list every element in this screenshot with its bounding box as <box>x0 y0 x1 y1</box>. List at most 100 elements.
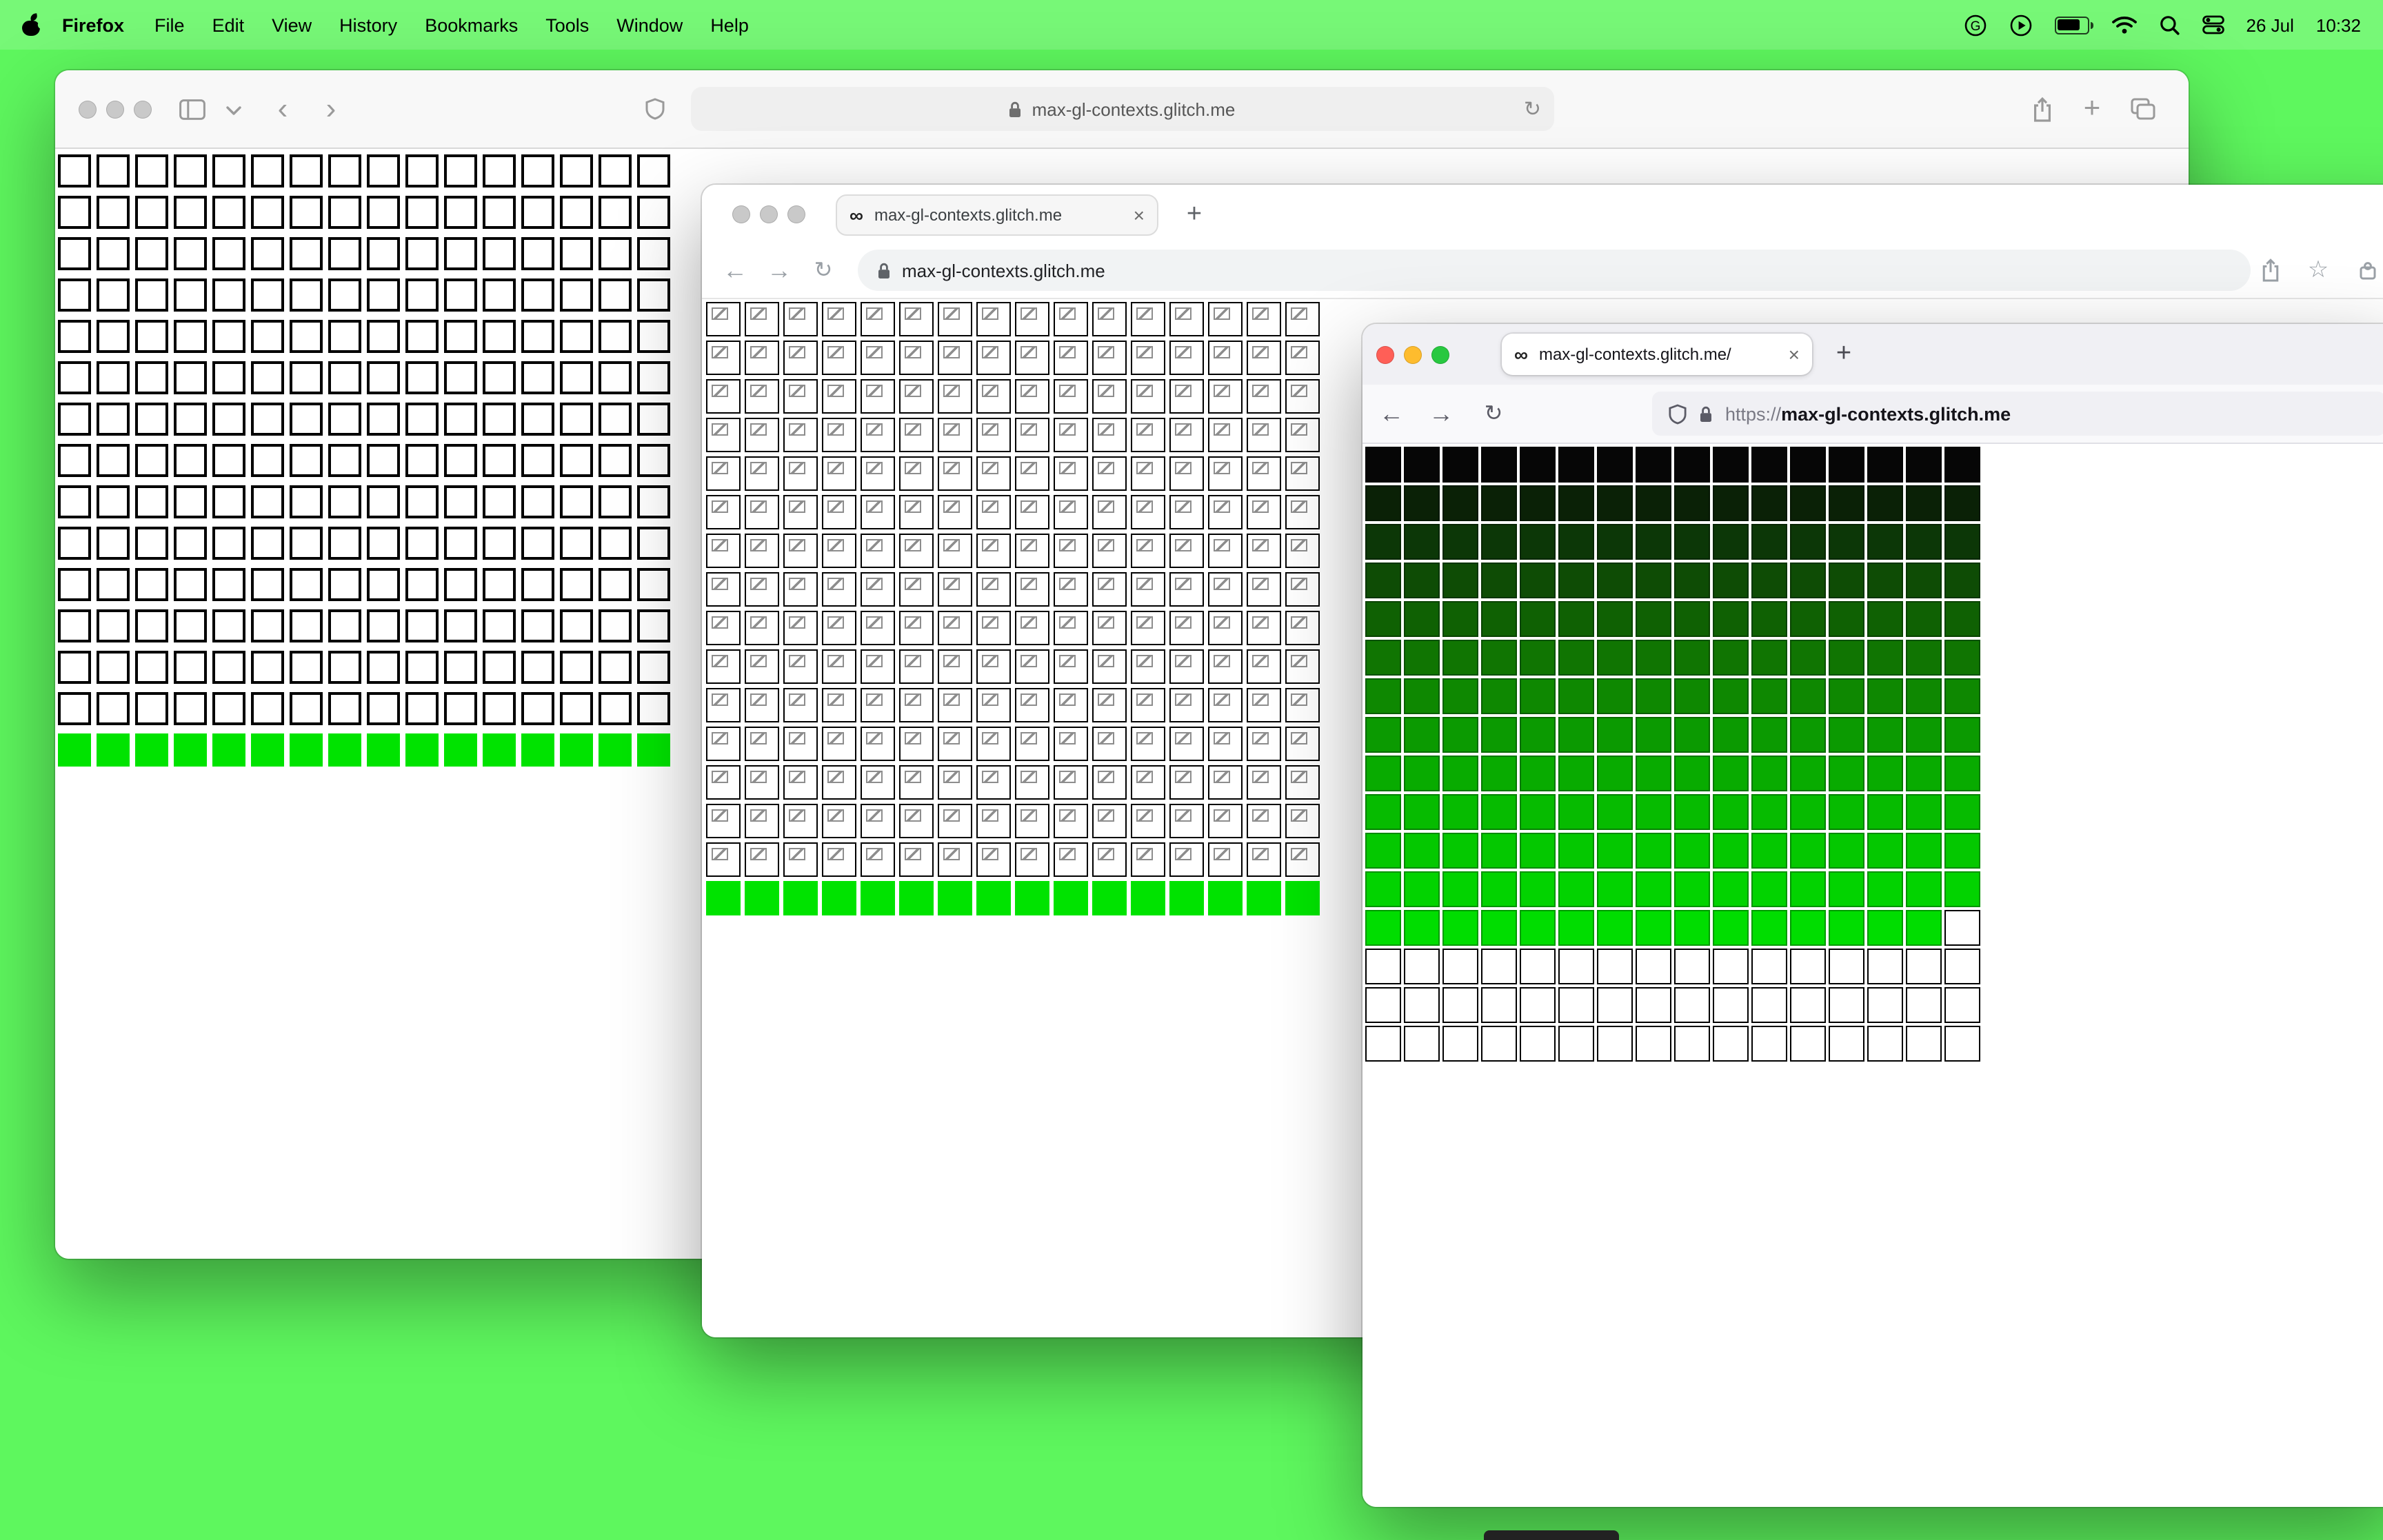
reload-button[interactable]: ↻ <box>1476 396 1511 432</box>
canvas-cell <box>1674 910 1710 946</box>
broken-image-icon <box>1214 848 1230 860</box>
canvas-cell <box>1015 572 1049 607</box>
wifi-icon[interactable] <box>2111 15 2138 34</box>
broken-image-icon <box>827 809 844 822</box>
broken-image-icon <box>1291 578 1307 590</box>
zoom-button[interactable] <box>134 101 152 119</box>
menu-item-edit[interactable]: Edit <box>199 14 259 35</box>
back-button[interactable]: ‹ <box>265 91 301 127</box>
canvas-cell <box>899 495 934 529</box>
sidebar-toggle-icon[interactable] <box>174 91 210 127</box>
apple-menu-icon[interactable] <box>22 14 40 36</box>
tab-max-gl-contexts[interactable]: ∞ max-gl-contexts.glitch.me × <box>836 194 1158 236</box>
canvas-cell <box>174 609 207 642</box>
canvas-cell <box>483 154 516 188</box>
broken-image-icon <box>1291 307 1307 320</box>
canvas-cell <box>938 456 972 491</box>
extensions-icon[interactable] <box>2350 252 2383 288</box>
menu-date[interactable]: 26 Jul <box>2246 14 2294 35</box>
canvas-cell <box>938 341 972 375</box>
canvas-cell <box>1208 611 1243 645</box>
broken-image-icon <box>1020 539 1037 551</box>
reload-icon[interactable]: ↻ <box>1524 97 1541 121</box>
canvas-cell <box>1365 987 1401 1023</box>
menu-item-help[interactable]: Help <box>696 14 763 35</box>
broken-image-icon <box>1252 462 1269 474</box>
google-g-icon[interactable]: G <box>1964 13 1987 37</box>
share-icon[interactable] <box>2024 91 2060 127</box>
address-bar[interactable]: https://max-gl-contexts.glitch.me <box>1652 392 2383 436</box>
canvas-cell <box>444 237 477 270</box>
control-center-icon[interactable] <box>2202 15 2224 34</box>
menu-item-view[interactable]: View <box>258 14 325 35</box>
minimize-button[interactable] <box>106 101 124 119</box>
minimize-button[interactable] <box>760 205 778 223</box>
reload-button[interactable]: ↻ <box>805 252 841 288</box>
address-bar[interactable]: max-gl-contexts.glitch.me <box>858 250 2251 291</box>
dock-hint[interactable] <box>1484 1530 1619 1540</box>
canvas-cell <box>822 688 856 722</box>
canvas-cell <box>1285 842 1320 877</box>
new-tab-button[interactable]: + <box>2074 91 2110 127</box>
new-tab-button[interactable]: + <box>1826 336 1862 372</box>
forward-button[interactable]: → <box>761 252 797 288</box>
canvas-cell <box>1247 881 1281 915</box>
canvas-cell <box>822 495 856 529</box>
canvas-cell <box>1285 727 1320 761</box>
canvas-cell <box>1481 601 1517 637</box>
canvas-cell <box>637 196 670 229</box>
canvas-cell <box>1169 765 1204 800</box>
menu-item-history[interactable]: History <box>325 14 411 35</box>
new-tab-button[interactable]: + <box>1176 197 1212 233</box>
canvas-cell <box>251 527 284 560</box>
forward-button[interactable]: → <box>1423 396 1459 432</box>
zoom-button[interactable] <box>1431 346 1449 364</box>
spotlight-icon[interactable] <box>2160 14 2180 35</box>
play-icon[interactable] <box>2009 13 2033 37</box>
tab-close-icon[interactable]: × <box>1134 205 1145 225</box>
canvas-cell <box>599 651 632 684</box>
broken-image-icon <box>866 500 883 513</box>
menu-clock[interactable]: 10:32 <box>2316 14 2361 35</box>
minimize-button[interactable] <box>1404 346 1422 364</box>
canvas-cell <box>1247 534 1281 568</box>
tab-max-gl-contexts[interactable]: ∞ max-gl-contexts.glitch.me/ × <box>1502 334 1812 375</box>
canvas-cell <box>1751 447 1787 483</box>
chevron-down-icon[interactable] <box>215 92 251 128</box>
canvas-cell <box>783 649 818 684</box>
forward-button[interactable]: › <box>313 91 349 127</box>
canvas-cell <box>1713 447 1749 483</box>
tab-close-icon[interactable]: × <box>1789 345 1800 364</box>
canvas-cell <box>1365 756 1401 791</box>
canvas-cell <box>861 302 895 336</box>
canvas-cell <box>1285 341 1320 375</box>
broken-image-icon <box>827 693 844 706</box>
canvas-cell <box>1442 987 1478 1023</box>
menu-app-name[interactable]: Firefox <box>62 14 124 35</box>
canvas-cell <box>521 403 554 436</box>
canvas-cell <box>1520 601 1556 637</box>
menu-item-file[interactable]: File <box>141 14 199 35</box>
back-button[interactable]: ← <box>1374 396 1409 432</box>
bookmark-star-icon[interactable]: ☆ <box>2300 252 2336 288</box>
canvas-cell <box>135 444 168 477</box>
close-button[interactable] <box>1376 346 1394 364</box>
broken-image-icon <box>1214 385 1230 397</box>
tab-overview-icon[interactable] <box>2125 91 2161 127</box>
menu-item-bookmarks[interactable]: Bookmarks <box>411 14 532 35</box>
battery-icon[interactable] <box>2054 16 2093 34</box>
canvas-cell <box>135 527 168 560</box>
share-icon[interactable] <box>2252 252 2288 288</box>
menu-item-window[interactable]: Window <box>603 14 696 35</box>
canvas-cell <box>1751 485 1787 521</box>
back-button[interactable]: ← <box>717 252 753 288</box>
close-button[interactable] <box>79 101 97 119</box>
broken-image-icon <box>789 346 805 358</box>
broken-image-icon <box>789 462 805 474</box>
zoom-button[interactable] <box>787 205 805 223</box>
close-button[interactable] <box>732 205 750 223</box>
address-bar[interactable]: max-gl-contexts.glitch.me ↻ <box>690 87 1554 131</box>
menu-item-tools[interactable]: Tools <box>532 14 603 35</box>
privacy-shield-icon[interactable] <box>637 91 673 127</box>
firefox-page-content <box>1363 444 2383 1507</box>
